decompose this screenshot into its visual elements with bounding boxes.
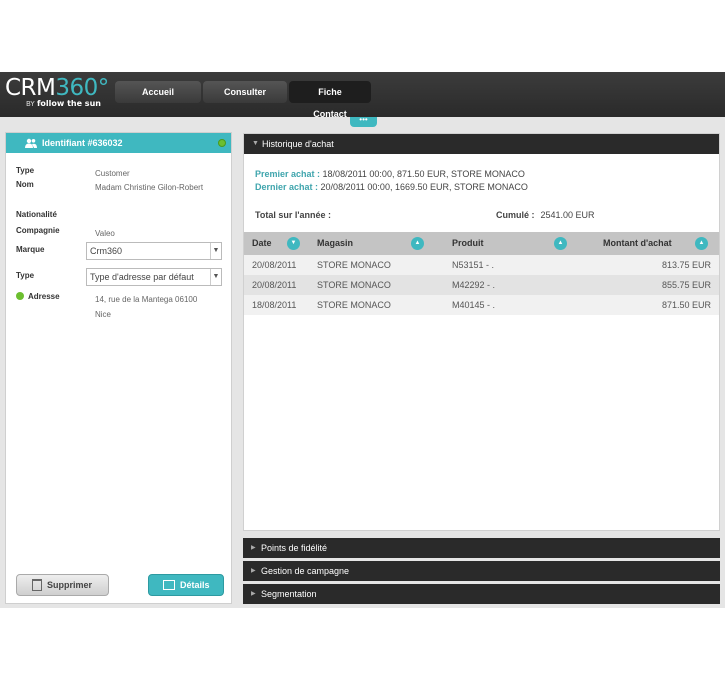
status-indicator xyxy=(218,139,226,147)
tab-fiche-contact[interactable]: Fiche Contact xyxy=(289,81,371,119)
caret-right-icon: ▶ xyxy=(251,568,256,574)
details-button[interactable]: Détails xyxy=(148,574,224,596)
sort-desc-icon[interactable]: ▼ xyxy=(287,237,300,250)
last-purchase: Dernier achat : 20/08/2011 00:00, 1669.5… xyxy=(255,182,528,192)
details-icon xyxy=(163,580,175,590)
contact-header: Identifiant #636032 xyxy=(6,133,231,153)
table-row[interactable]: 18/08/2011 STORE MONACO M40145 - . 871.5… xyxy=(244,295,719,315)
tab-accueil[interactable]: Accueil xyxy=(115,81,201,103)
cumulative-total: Cumulé :2541.00 EUR xyxy=(496,210,595,220)
sort-asc-icon[interactable]: ▲ xyxy=(554,237,567,250)
yearly-total-label: Total sur l'année : xyxy=(255,210,331,220)
contact-panel: Identifiant #636032 Type Customer Nom Ma… xyxy=(5,132,232,604)
table-row[interactable]: 20/08/2011 STORE MONACO M42292 - . 855.7… xyxy=(244,275,719,295)
main-tabs: Accueil Consulter Fiche Contact xyxy=(115,81,373,119)
tab-consulter[interactable]: Consulter xyxy=(203,81,287,103)
caret-right-icon: ▶ xyxy=(251,545,256,551)
accordion-points-fidelite[interactable]: ▶ Points de fidélité xyxy=(243,538,720,558)
chevron-down-icon: ▼ xyxy=(210,269,221,285)
top-header: CRM360° BY follow the sun Accueil Consul… xyxy=(0,72,725,119)
users-icon xyxy=(25,138,37,148)
app-window: CRM360° BY follow the sun Accueil Consul… xyxy=(0,72,725,608)
history-header[interactable]: ▼ Historique d'achat xyxy=(244,134,719,154)
table-row[interactable]: 20/08/2011 STORE MONACO N53151 - . 813.7… xyxy=(244,255,719,275)
delete-button[interactable]: Supprimer xyxy=(16,574,109,596)
table-header: Date ▼ Magasin ▲ Produit ▲ Montant d'ach… xyxy=(244,232,719,255)
accordion-segmentation[interactable]: ▶ Segmentation xyxy=(243,584,720,604)
col-produit: Produit xyxy=(452,238,484,248)
marque-select[interactable]: Crm360 ▼ xyxy=(86,242,222,260)
col-magasin: Magasin xyxy=(317,238,354,248)
first-purchase: Premier achat : 18/08/2011 00:00, 871.50… xyxy=(255,169,525,179)
col-montant: Montant d'achat xyxy=(603,238,672,248)
accordion-gestion-campagne[interactable]: ▶ Gestion de campagne xyxy=(243,561,720,581)
more-options-button[interactable]: ••• xyxy=(350,116,377,127)
caret-down-icon: ▼ xyxy=(252,140,259,147)
purchase-history-panel: ▼ Historique d'achat Premier achat : 18/… xyxy=(243,133,720,531)
identifier-label: Identifiant xyxy=(42,138,85,148)
address-status-dot xyxy=(16,292,24,300)
trash-icon xyxy=(32,579,42,591)
caret-right-icon: ▶ xyxy=(251,591,256,597)
sort-asc-icon[interactable]: ▲ xyxy=(695,237,708,250)
crm360-logo: CRM360° BY follow the sun xyxy=(5,75,109,108)
chevron-down-icon: ▼ xyxy=(210,243,221,259)
identifier-value: #636032 xyxy=(87,138,123,148)
address-type-select[interactable]: Type d'adresse par défaut ▼ xyxy=(86,268,222,286)
col-date: Date xyxy=(252,238,272,248)
sort-asc-icon[interactable]: ▲ xyxy=(411,237,424,250)
